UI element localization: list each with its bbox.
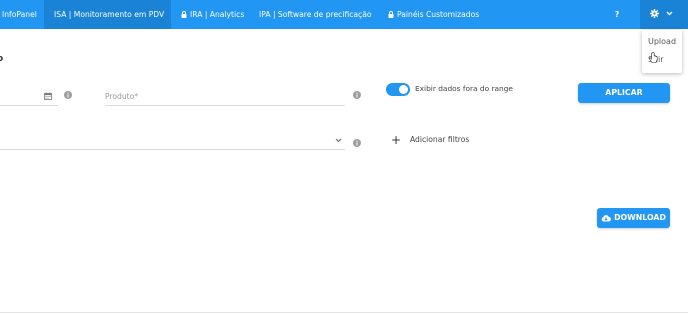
chevron-down-icon[interactable] — [335, 138, 342, 143]
product-field[interactable]: Produto* — [105, 92, 138, 101]
cursor-hand-icon — [649, 52, 658, 63]
nav-tab-paineis[interactable]: Painéis Customizados — [388, 0, 479, 29]
settings-dropdown: Upload Sair — [642, 30, 682, 73]
settings-button[interactable] — [640, 0, 688, 29]
lock-icon — [388, 1, 394, 30]
date-field-underline — [0, 105, 58, 106]
info-icon[interactable] — [64, 91, 72, 99]
add-filter-label: Adicionar filtros — [410, 135, 470, 144]
cloud-download-icon — [601, 215, 611, 222]
bottom-divider — [0, 312, 688, 313]
nav-tab-ira-label: IRA | Analytics — [190, 10, 245, 19]
product-field-underline — [105, 105, 345, 106]
lock-icon — [181, 1, 187, 30]
info-icon[interactable] — [353, 139, 361, 147]
menu-item-upload[interactable]: Upload — [648, 37, 676, 46]
top-navbar: InfoPanel ISA | Monitoramento em PDV IRA… — [0, 0, 688, 29]
page-title: o — [0, 54, 4, 64]
nav-tab-paineis-label: Painéis Customizados — [397, 10, 480, 19]
apply-button[interactable]: APLICAR — [578, 83, 670, 103]
nav-tab-ira[interactable]: IRA | Analytics — [181, 0, 244, 29]
out-of-range-toggle-label: Exibir dados fora do range — [415, 84, 513, 93]
nav-tab-isa-label: ISA | Monitoramento em PDV — [54, 10, 165, 19]
info-icon[interactable] — [353, 91, 361, 99]
download-label: DOWNLOAD — [614, 213, 666, 222]
help-button[interactable]: ? — [612, 0, 622, 29]
chevron-down-icon — [666, 11, 673, 16]
nav-tab-ipa[interactable]: IPA | Software de precificação — [259, 0, 372, 29]
nav-tab-isa[interactable]: ISA | Monitoramento em PDV — [44, 0, 171, 29]
gear-icon — [650, 9, 659, 18]
download-button[interactable]: DOWNLOAD — [597, 208, 670, 228]
out-of-range-toggle[interactable] — [386, 83, 410, 96]
plus-icon: + — [391, 133, 402, 147]
nav-tab-ipa-label: IPA | Software de precificação — [259, 10, 372, 19]
calendar-icon[interactable] — [44, 92, 52, 100]
brand-link[interactable]: InfoPanel — [2, 0, 37, 29]
select-field-underline[interactable] — [0, 149, 345, 150]
